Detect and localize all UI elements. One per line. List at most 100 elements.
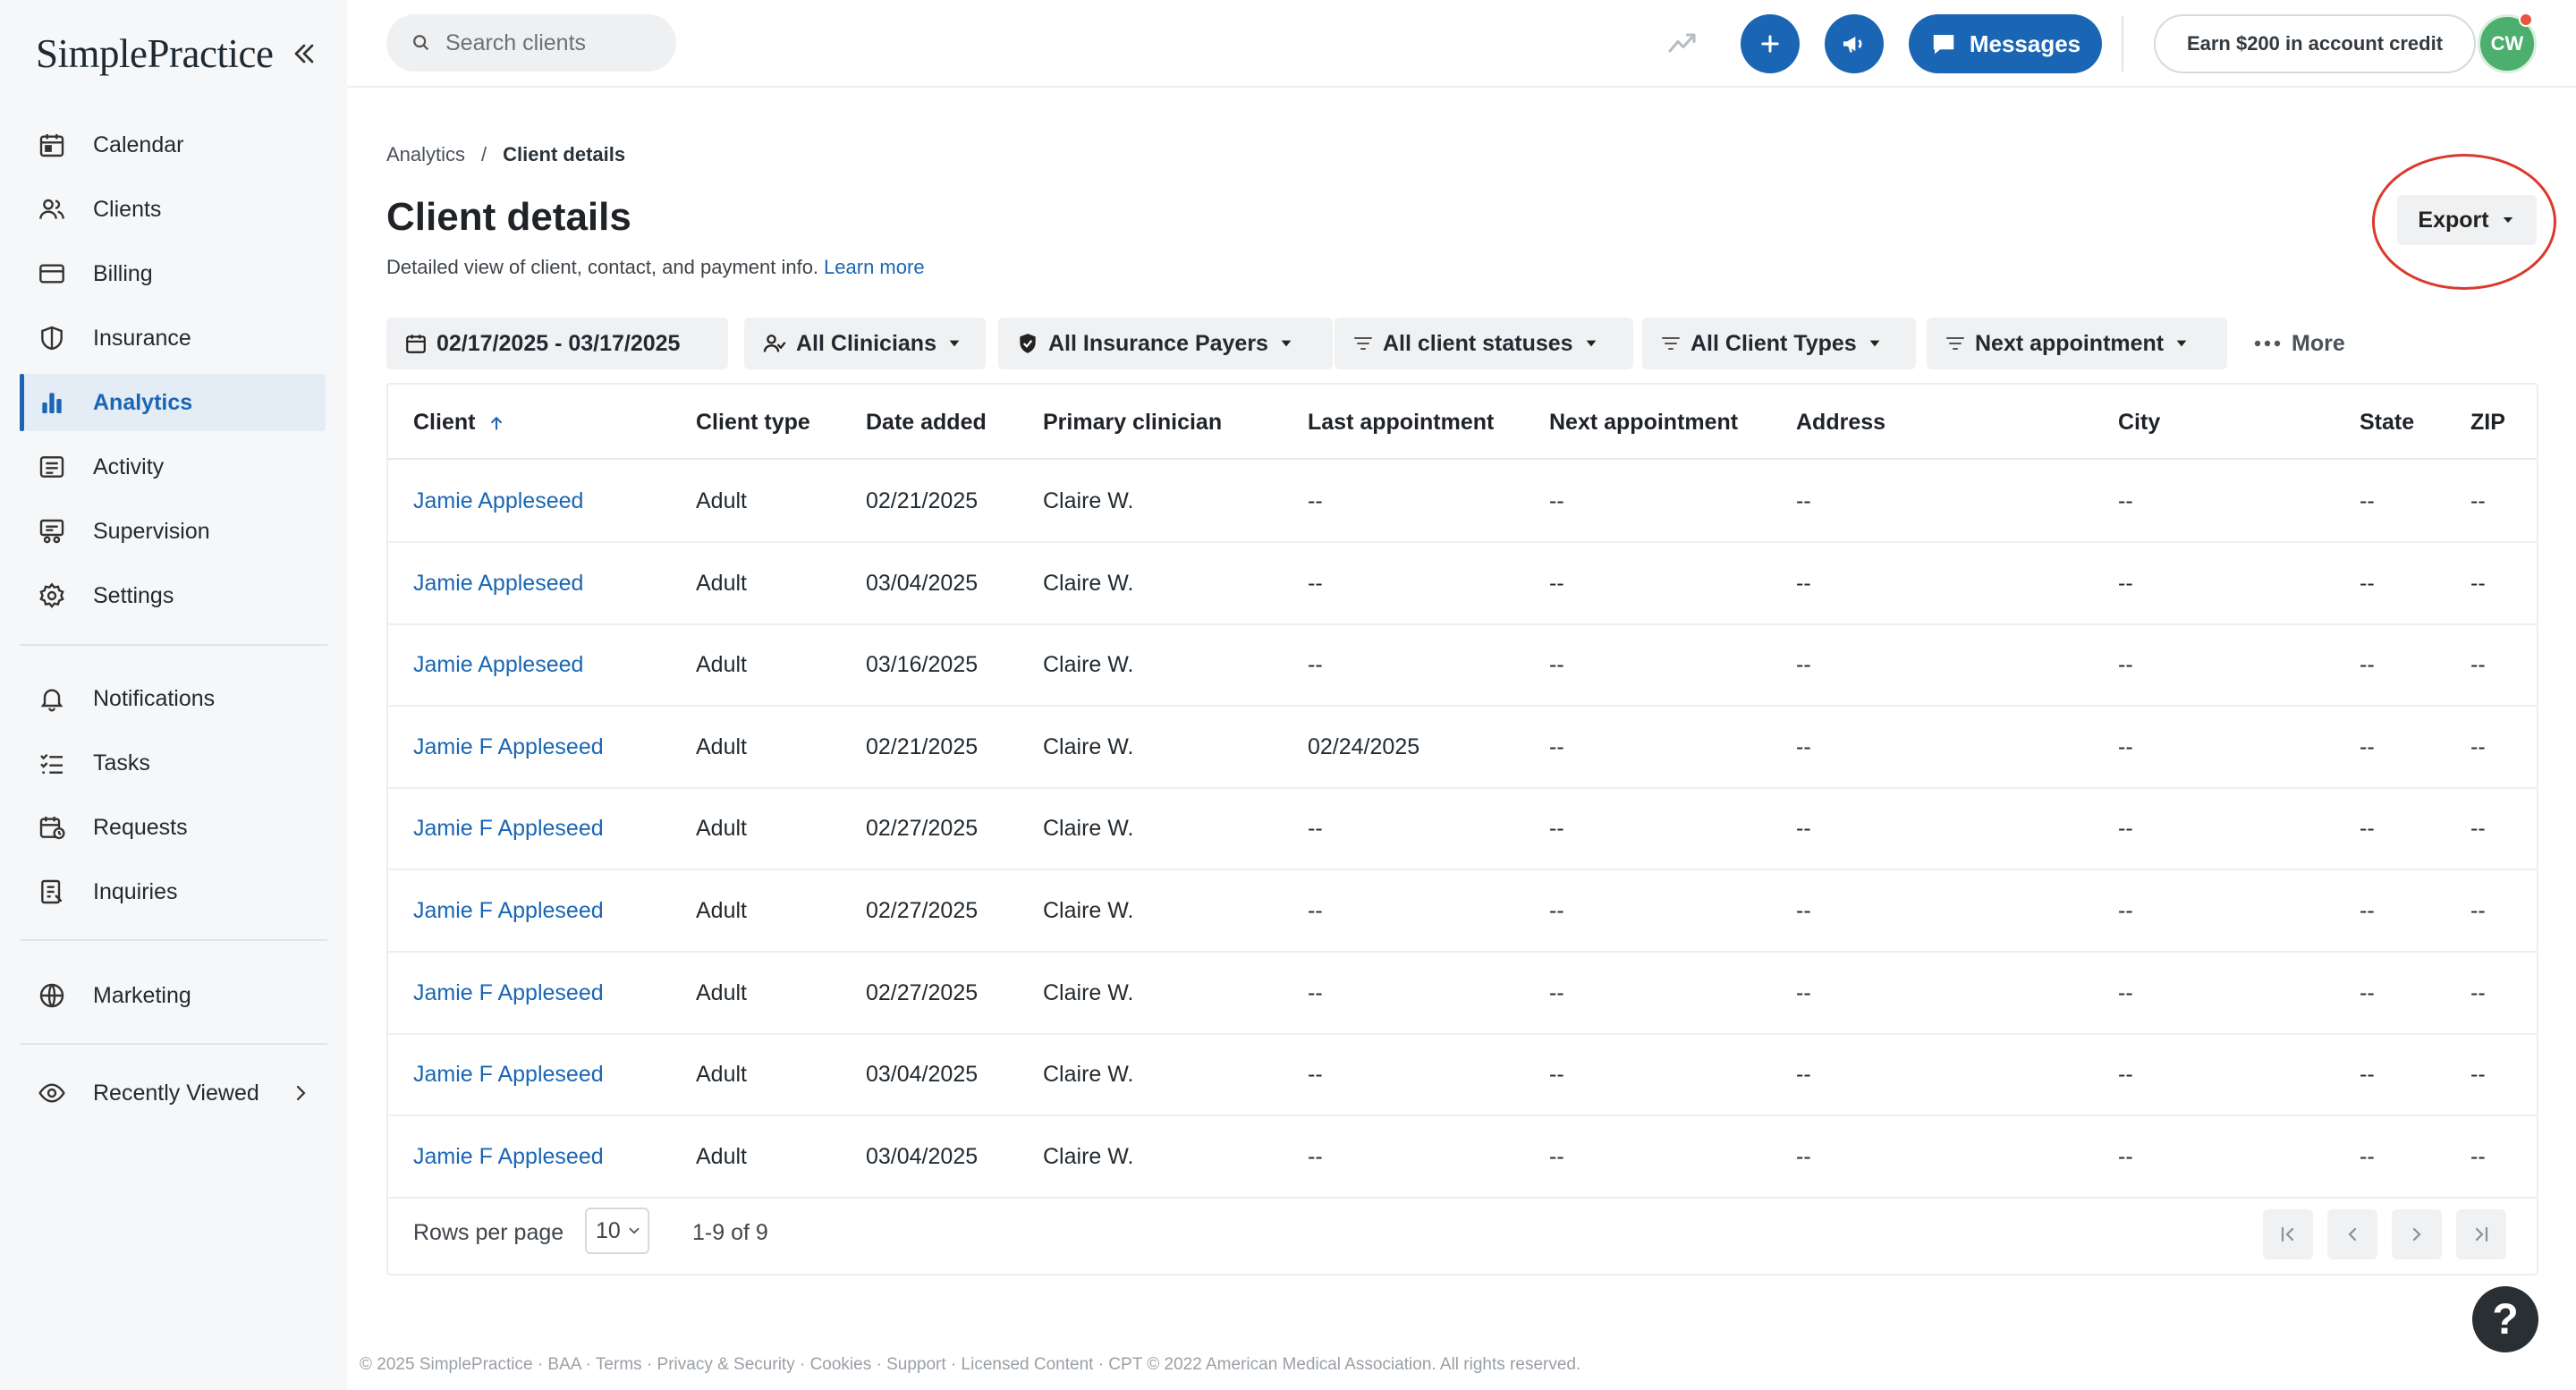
cell-client-type: Adult — [696, 570, 747, 596]
date-range-filter[interactable]: 02/17/2025 - 03/17/2025 — [386, 318, 728, 369]
breadcrumb-analytics[interactable]: Analytics — [386, 143, 465, 166]
column-header-address[interactable]: Address — [1796, 410, 1885, 436]
cell-state: -- — [2360, 979, 2375, 1005]
client-status-label: All client statuses — [1383, 330, 1573, 356]
collapse-sidebar-icon[interactable] — [288, 38, 320, 70]
cell-client[interactable]: Jamie F Appleseed — [413, 898, 604, 924]
earn-credit-button[interactable]: Earn $200 in account credit — [2154, 14, 2476, 73]
sidebar-item-activity[interactable]: Activity — [20, 438, 326, 496]
cell-zip: -- — [2470, 898, 2486, 923]
cell-date-added: 02/27/2025 — [866, 898, 979, 923]
sidebar-item-billing[interactable]: Billing — [20, 245, 326, 302]
sidebar-item-tasks[interactable]: Tasks — [20, 734, 326, 792]
search-input[interactable] — [445, 30, 660, 56]
table-row[interactable]: Jamie F Appleseed Adult 02/27/2025 Claire W… — [388, 789, 2537, 871]
sidebar-item-requests[interactable]: Requests — [20, 799, 326, 856]
client-table: Client Client type Date added Primary cl… — [386, 383, 2538, 1276]
clients-icon — [36, 193, 68, 225]
sidebar-item-insurance[interactable]: Insurance — [20, 309, 326, 367]
sidebar-item-marketing[interactable]: Marketing — [20, 967, 326, 1024]
cell-last-appointment: -- — [1308, 488, 1323, 513]
caret-down-icon — [1279, 336, 1293, 351]
sidebar-item-recently-viewed[interactable]: Recently Viewed — [20, 1064, 326, 1122]
column-header-primary-clinician[interactable]: Primary clinician — [1043, 410, 1222, 436]
pagination-range: 1-9 of 9 — [692, 1220, 768, 1245]
table-row[interactable]: Jamie Appleseed Adult 02/21/2025 Claire W. -… — [388, 462, 2537, 543]
sidebar-item-settings[interactable]: Settings — [20, 567, 326, 624]
plus-icon — [1761, 35, 1779, 53]
calendar-icon — [404, 332, 428, 355]
filter-icon — [1352, 333, 1374, 354]
column-header-last-appointment[interactable]: Last appointment — [1308, 410, 1494, 436]
cell-client[interactable]: Jamie F Appleseed — [413, 1062, 604, 1088]
sidebar-item-supervision[interactable]: Supervision — [20, 503, 326, 560]
cell-client[interactable]: Jamie F Appleseed — [413, 734, 604, 760]
cell-state: -- — [2360, 570, 2375, 596]
next-page-button[interactable] — [2392, 1209, 2442, 1259]
last-page-button[interactable] — [2456, 1209, 2506, 1259]
chevron-left-icon — [2348, 1227, 2357, 1242]
cell-client[interactable]: Jamie F Appleseed — [413, 980, 604, 1006]
trending-icon[interactable] — [1665, 27, 1701, 59]
column-header-client[interactable]: Client — [413, 410, 505, 436]
sidebar-item-label: Settings — [93, 582, 174, 608]
cell-date-added: 02/27/2025 — [866, 979, 979, 1005]
clinicians-filter[interactable]: All Clinicians — [744, 318, 986, 369]
calendar-icon — [36, 129, 68, 161]
previous-page-button[interactable] — [2327, 1209, 2377, 1259]
column-header-next-appointment[interactable]: Next appointment — [1549, 410, 1738, 436]
rows-per-page-value: 10 — [596, 1217, 621, 1243]
table-row[interactable]: Jamie Appleseed Adult 03/16/2025 Claire W. -… — [388, 625, 2537, 708]
app-logo[interactable]: SimplePractice — [36, 30, 274, 77]
column-header-state[interactable]: State — [2360, 410, 2414, 436]
sidebar-item-label: Notifications — [93, 685, 216, 711]
rows-per-page-select[interactable]: 10 — [585, 1208, 649, 1254]
table-row[interactable]: Jamie Appleseed Adult 03/04/2025 Claire W. -… — [388, 544, 2537, 625]
cell-city: -- — [2118, 816, 2133, 842]
cell-client[interactable]: Jamie F Appleseed — [413, 1144, 604, 1170]
sidebar-item-label: Requests — [93, 814, 188, 840]
cell-city: -- — [2118, 652, 2133, 678]
table-row[interactable]: Jamie F Appleseed Adult 03/04/2025 Claire W… — [388, 1117, 2537, 1199]
sidebar-item-inquiries[interactable]: Inquiries — [20, 863, 326, 920]
learn-more-link[interactable]: Learn more — [824, 256, 925, 278]
more-filters-button[interactable]: More — [2254, 318, 2345, 369]
table-row[interactable]: Jamie F Appleseed Adult 02/21/2025 Claire W… — [388, 708, 2537, 789]
rows-per-page-label: Rows per page — [413, 1220, 564, 1245]
client-status-filter[interactable]: All client statuses — [1335, 318, 1633, 369]
sidebar-item-clients[interactable]: Clients — [20, 181, 326, 238]
sidebar-item-calendar[interactable]: Calendar — [20, 116, 326, 174]
help-button[interactable]: ? — [2472, 1286, 2538, 1352]
cell-last-appointment: 02/24/2025 — [1308, 733, 1420, 759]
announcements-button[interactable] — [1825, 14, 1884, 73]
cell-primary-clinician: Claire W. — [1043, 652, 1134, 678]
sidebar-item-label: Insurance — [93, 325, 191, 351]
column-header-city[interactable]: City — [2118, 410, 2160, 436]
column-header-zip[interactable]: ZIP — [2470, 410, 2505, 436]
cell-client[interactable]: Jamie Appleseed — [413, 652, 583, 678]
requests-icon — [36, 811, 68, 843]
messages-button[interactable]: Messages — [1909, 14, 2102, 73]
cell-client[interactable]: Jamie F Appleseed — [413, 816, 604, 842]
cell-client[interactable]: Jamie Appleseed — [413, 488, 583, 514]
sidebar-item-analytics[interactable]: Analytics — [20, 374, 326, 431]
sidebar-item-notifications[interactable]: Notifications — [20, 670, 326, 727]
search-box[interactable] — [386, 14, 676, 72]
add-button[interactable] — [1741, 14, 1800, 73]
cell-zip: -- — [2470, 570, 2486, 596]
sidebar-item-label: Billing — [93, 260, 153, 286]
client-type-filter[interactable]: All Client Types — [1642, 318, 1916, 369]
table-row[interactable]: Jamie F Appleseed Adult 02/27/2025 Claire W… — [388, 954, 2537, 1035]
table-row[interactable]: Jamie F Appleseed Adult 02/27/2025 Claire W… — [388, 871, 2537, 953]
insurance-filter[interactable]: All Insurance Payers — [998, 318, 1333, 369]
first-page-button[interactable] — [2263, 1209, 2313, 1259]
cell-client[interactable]: Jamie Appleseed — [413, 571, 583, 597]
table-row[interactable]: Jamie F Appleseed Adult 03/04/2025 Claire W… — [388, 1035, 2537, 1117]
page-footer: © 2025 SimplePractice · BAA · Terms · Pr… — [360, 1355, 1581, 1374]
column-header-client-type[interactable]: Client type — [696, 410, 810, 436]
column-header-date-added[interactable]: Date added — [866, 410, 987, 436]
cell-zip: -- — [2470, 979, 2486, 1005]
next-appointment-filter[interactable]: Next appointment — [1927, 318, 2227, 369]
cell-last-appointment: -- — [1308, 898, 1323, 923]
bell-icon — [36, 682, 68, 715]
